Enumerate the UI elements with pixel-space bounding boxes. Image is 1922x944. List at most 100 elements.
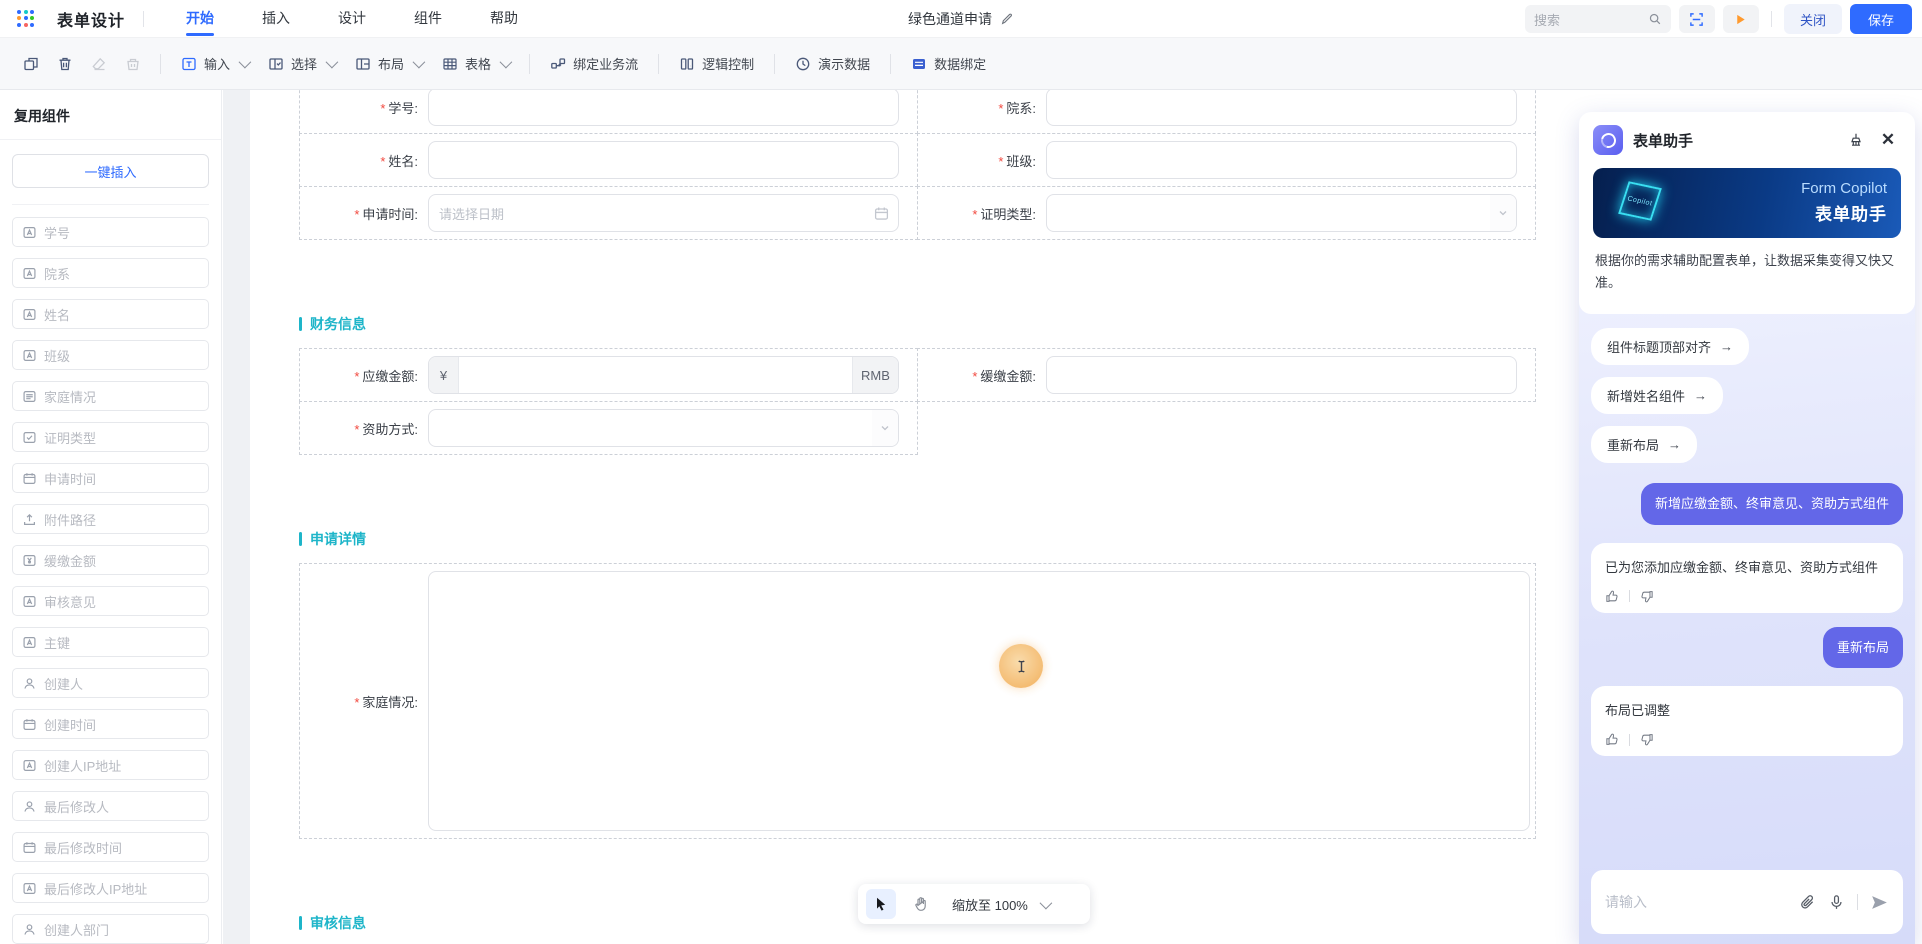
- sidebar-component-item[interactable]: 附件路径: [12, 504, 209, 534]
- form-field-cell[interactable]: * 应缴金额: ¥ RMB: [299, 348, 918, 402]
- menu-item-2[interactable]: 设计: [334, 0, 370, 38]
- assistant-input-box[interactable]: 请输入: [1591, 870, 1903, 934]
- bind-flow-button[interactable]: 绑定业务流: [540, 47, 648, 81]
- pointer-tool-button[interactable]: [866, 889, 896, 919]
- thumbs-up-icon[interactable]: [1605, 589, 1620, 604]
- component-list: 学号院系姓名班级家庭情况证明类型申请时间附件路径缓缴金额审核意见主键创建人创建时…: [0, 209, 221, 944]
- text-field-icon: [23, 226, 36, 239]
- sidebar-component-item[interactable]: 最后修改时间: [12, 832, 209, 862]
- component-label: 最后修改人IP地址: [44, 881, 148, 897]
- form-row: * 姓名: * 班级:: [299, 133, 1536, 187]
- select-dropdown[interactable]: 选择: [258, 47, 345, 81]
- microphone-icon[interactable]: [1828, 894, 1845, 911]
- sidebar-component-item[interactable]: 证明类型: [12, 422, 209, 452]
- table-label: 表格: [465, 57, 492, 72]
- form-field-cell[interactable]: * 资助方式:: [299, 401, 918, 455]
- field-label: * 申请时间:: [300, 204, 428, 223]
- search-input[interactable]: 搜索: [1524, 5, 1671, 33]
- input-dropdown[interactable]: 输入: [171, 47, 258, 81]
- sidebar-component-item[interactable]: 申请时间: [12, 463, 209, 493]
- sidebar-component-item[interactable]: 创建时间: [12, 709, 209, 739]
- menu-item-4[interactable]: 帮助: [486, 0, 522, 38]
- chevron-down-icon: [238, 55, 252, 69]
- logic-control-button[interactable]: 逻辑控制: [669, 47, 764, 81]
- money-field-control[interactable]: ¥ RMB: [428, 356, 899, 394]
- form-field-cell[interactable]: * 姓名:: [299, 133, 918, 187]
- menu-item-3[interactable]: 组件: [410, 0, 446, 38]
- suggestion-chip-2[interactable]: 重新布局 →: [1591, 426, 1698, 464]
- close-button[interactable]: 关闭: [1783, 4, 1842, 34]
- sidebar-component-item[interactable]: 最后修改人IP地址: [12, 873, 209, 903]
- sidebar-component-item[interactable]: 最后修改人: [12, 791, 209, 821]
- table-dropdown[interactable]: 表格: [432, 47, 519, 81]
- sidebar-component-item[interactable]: 姓名: [12, 299, 209, 329]
- clear-chat-icon[interactable]: [1843, 127, 1869, 153]
- copilot-cube-graphic: Copilot: [1618, 181, 1662, 221]
- layout-dropdown[interactable]: 布局: [345, 47, 432, 81]
- component-label: 创建人部门: [44, 922, 110, 938]
- app-launcher-icon[interactable]: [17, 9, 35, 28]
- component-label: 缓缴金额: [44, 553, 97, 569]
- sidebar-component-item[interactable]: 审核意见: [12, 586, 209, 616]
- section-title-text: 财务信息: [310, 316, 366, 332]
- form-field-cell[interactable]: * 缓缴金额:: [917, 348, 1536, 402]
- field-label-text: 家庭情况:: [362, 694, 418, 710]
- data-bind-button[interactable]: 数据绑定: [901, 47, 996, 81]
- preview-scan-button[interactable]: [1678, 5, 1715, 33]
- textarea-field-control[interactable]: [428, 571, 1530, 831]
- form-field-cell[interactable]: * 院系:: [917, 90, 1536, 134]
- sidebar-component-item[interactable]: 主键: [12, 627, 209, 657]
- run-preview-button[interactable]: [1722, 5, 1759, 33]
- text-field-control[interactable]: [428, 90, 899, 126]
- sidebar-component-item[interactable]: 缓缴金额: [12, 545, 209, 575]
- banner-subtitle: 表单助手: [1815, 205, 1887, 224]
- save-button[interactable]: 保存: [1849, 4, 1912, 34]
- sidebar-component-item[interactable]: 家庭情况: [12, 381, 209, 411]
- sidebar-component-item[interactable]: 创建人部门: [12, 914, 209, 944]
- clear-button-disabled[interactable]: [116, 47, 150, 81]
- select-field-control[interactable]: [1046, 194, 1517, 232]
- calendar-icon: [874, 206, 889, 221]
- text-field-control[interactable]: [1046, 90, 1517, 126]
- sidebar-component-item[interactable]: 班级: [12, 340, 209, 370]
- text-field-control[interactable]: [428, 141, 899, 179]
- sidebar-component-item[interactable]: 院系: [12, 258, 209, 288]
- suggestion-chip-1[interactable]: 新增姓名组件 →: [1591, 377, 1724, 415]
- send-icon[interactable]: [1870, 893, 1889, 912]
- thumbs-down-icon[interactable]: [1639, 732, 1654, 747]
- pan-tool-button[interactable]: [906, 889, 936, 919]
- form-field-cell[interactable]: * 班级:: [917, 133, 1536, 187]
- sidebar-component-item[interactable]: 创建人: [12, 668, 209, 698]
- menu-item-1[interactable]: 插入: [258, 0, 294, 38]
- select-field-icon: [23, 431, 36, 444]
- demo-data-button[interactable]: 演示数据: [785, 47, 880, 81]
- thumbs-up-icon[interactable]: [1605, 732, 1620, 747]
- delete-button[interactable]: [48, 47, 82, 81]
- one-click-insert-button[interactable]: 一键插入: [12, 154, 209, 188]
- divider: [12, 204, 209, 205]
- close-assistant-icon[interactable]: ✕: [1875, 127, 1901, 153]
- text-field-icon: [23, 595, 36, 608]
- menu-item-0[interactable]: 开始: [182, 0, 218, 38]
- chevron-down-icon[interactable]: [1039, 896, 1053, 909]
- upload-field-icon: [23, 513, 36, 526]
- attachment-icon[interactable]: [1799, 894, 1816, 911]
- form-field-cell[interactable]: * 学号:: [299, 90, 918, 134]
- text-field-control[interactable]: [1046, 356, 1517, 394]
- edit-title-icon[interactable]: [1000, 12, 1014, 26]
- form-field-cell[interactable]: * 证明类型:: [917, 186, 1536, 240]
- eraser-button-disabled[interactable]: [82, 47, 116, 81]
- date-field-icon: [23, 841, 36, 854]
- sidebar-component-item[interactable]: 创建人IP地址: [12, 750, 209, 780]
- form-field-cell[interactable]: * 申请时间: 请选择日期: [299, 186, 918, 240]
- select-field-control[interactable]: [428, 409, 899, 447]
- field-label-text: 资助方式:: [362, 421, 418, 437]
- suggestion-chip-0[interactable]: 组件标题顶部对齐 →: [1591, 328, 1750, 366]
- user-field-icon: [23, 923, 36, 936]
- text-field-control[interactable]: [1046, 141, 1517, 179]
- thumbs-down-icon[interactable]: [1639, 589, 1654, 604]
- select-icon: [268, 56, 284, 72]
- sidebar-component-item[interactable]: 学号: [12, 217, 209, 247]
- copy-button[interactable]: [14, 47, 48, 81]
- date-field-control[interactable]: 请选择日期: [428, 194, 899, 232]
